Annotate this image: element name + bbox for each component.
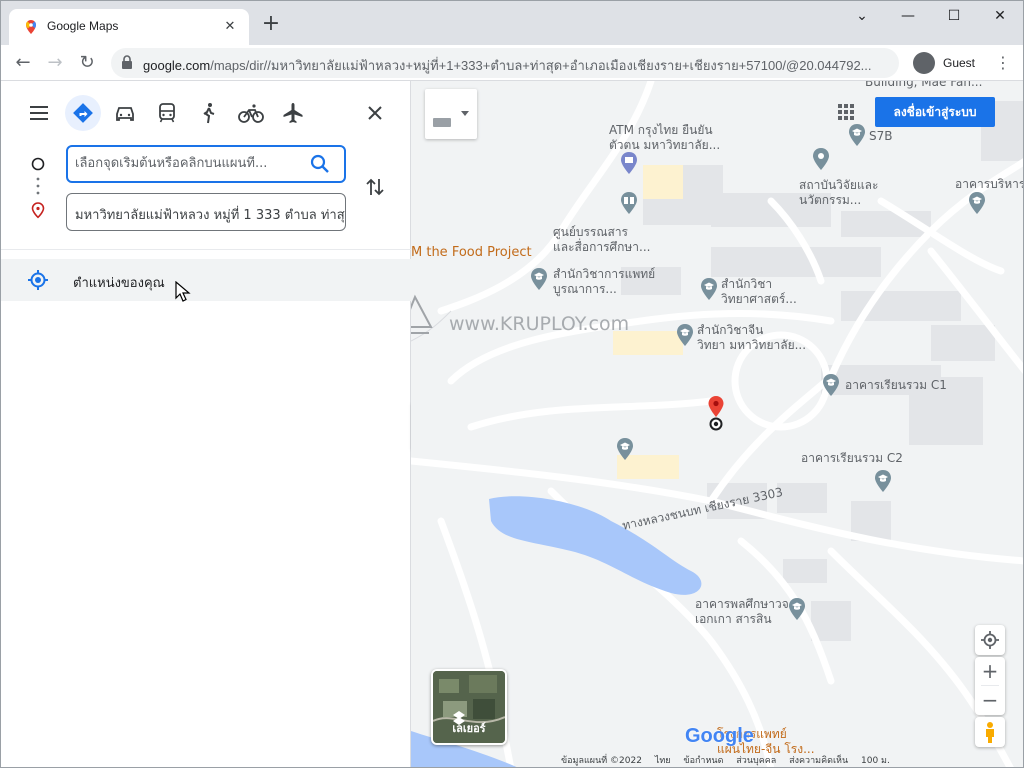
close-window-button[interactable]: ✕ xyxy=(977,1,1023,31)
map-label-research: สถาบันวิจัยและ นวัตกรรม... xyxy=(799,178,879,207)
profile-button[interactable]: Guest xyxy=(907,48,987,78)
swap-directions-icon[interactable] xyxy=(363,175,387,199)
education-pin-icon[interactable] xyxy=(873,469,893,493)
map-label-medicine: สำนักวิชาการแพทย์ บูรณาการ... xyxy=(553,267,656,296)
map-label-library: ศูนย์บรรณสาร และสื่อการศึกษา... xyxy=(553,225,651,254)
layers-button[interactable]: เลเยอร์ xyxy=(431,669,507,745)
map-label-c2: อาคารเรียนรวม C2 xyxy=(801,451,903,465)
place-pin-icon[interactable] xyxy=(811,147,831,171)
input-tools-button[interactable] xyxy=(425,89,477,139)
map-label-building: Building, Mae Fah... xyxy=(865,81,983,89)
mouse-cursor-icon xyxy=(175,281,191,302)
google-maps-favicon-icon xyxy=(26,20,36,34)
map-footer: ข้อมูลแผนที่ ©2022 ไทย ข้อกำหนด ส่วนบุคค… xyxy=(561,753,1023,767)
scale-bar[interactable]: 100 ม. xyxy=(861,756,890,766)
zoom-in-button[interactable]: + xyxy=(975,657,1005,685)
my-location-button[interactable] xyxy=(975,625,1005,655)
education-pin-icon[interactable] xyxy=(699,277,719,301)
education-pin-icon[interactable] xyxy=(967,191,987,215)
map-label-chinese: สำนักวิชาจีน วิทยา มหาวิทยาลัย... xyxy=(697,323,807,352)
route-markers-icon xyxy=(31,157,45,219)
forward-arrow-icon[interactable]: → xyxy=(41,49,69,77)
back-arrow-icon[interactable]: ← xyxy=(9,49,37,77)
language-link[interactable]: ไทย xyxy=(655,756,671,766)
more-menu-icon[interactable]: ⋮ xyxy=(993,51,1013,75)
map-label-admin: อาคารบริหาร xyxy=(955,177,1024,191)
education-pin-icon[interactable] xyxy=(615,437,635,461)
avatar-icon xyxy=(913,52,935,74)
address-bar[interactable]: google.com/maps/dir//มหาวิทยาลัยแม่ฟ้าหล… xyxy=(111,48,899,78)
hamburger-menu-icon[interactable] xyxy=(23,97,55,129)
pegman-icon xyxy=(986,722,994,743)
zoom-out-button[interactable]: − xyxy=(975,686,1005,714)
panel-divider xyxy=(1,249,411,250)
map-label-food-project: M the Food Project xyxy=(411,245,532,260)
tab-search-chevron-icon[interactable]: ⌄ xyxy=(839,1,885,31)
directions-panel: มหาวิทยาลัยแม่ฟ้าหลวง หมู่ที่ 1 333 ตำบล… xyxy=(1,81,411,767)
google-logo: Google xyxy=(685,725,754,747)
tab-close-icon[interactable]: ✕ xyxy=(221,18,239,36)
education-pin-icon[interactable] xyxy=(821,373,841,397)
travel-mode-bar xyxy=(1,91,411,135)
map-label-atm: ATM กรุงไทย ยืนยัน ตัวตน มหาวิทยาลัย... xyxy=(609,123,721,152)
library-pin-icon[interactable] xyxy=(619,191,639,215)
destination-pin-icon[interactable] xyxy=(705,395,727,435)
tab-google-maps[interactable]: Google Maps ✕ xyxy=(9,9,249,45)
destination-field[interactable]: มหาวิทยาลัยแม่ฟ้าหลวง หมู่ที่ 1 333 ตำบล… xyxy=(66,193,346,231)
flight-icon[interactable] xyxy=(277,97,309,129)
origin-input[interactable] xyxy=(75,156,305,171)
feedback-link[interactable]: ส่งความคิดเห็น xyxy=(789,756,848,766)
google-apps-icon[interactable] xyxy=(837,103,855,121)
lock-icon xyxy=(122,55,132,69)
keyboard-icon xyxy=(433,111,469,127)
education-pin-icon[interactable] xyxy=(529,267,549,291)
search-icon[interactable] xyxy=(309,153,331,175)
walking-icon[interactable] xyxy=(193,97,225,129)
layers-label: เลเยอร์ xyxy=(452,722,486,735)
browser-window: Google Maps ✕ + ⌄ — ☐ ✕ ← → ↻ google.com… xyxy=(0,0,1024,768)
street-view-button[interactable] xyxy=(975,717,1005,747)
watermark-text: www.KRUPLOY.com xyxy=(449,313,630,335)
education-pin-icon[interactable] xyxy=(675,323,695,347)
map-label-c1: อาคารเรียนรวม C1 xyxy=(845,378,947,392)
education-pin-icon[interactable] xyxy=(787,597,807,621)
directions-mode-icon[interactable] xyxy=(65,95,101,131)
origin-search-field[interactable] xyxy=(66,145,346,183)
new-tab-button[interactable]: + xyxy=(259,13,283,37)
url-text: google.com/maps/dir//มหาวิทยาลัยแม่ฟ้าหล… xyxy=(143,58,872,73)
profile-label: Guest xyxy=(943,56,976,70)
minimize-button[interactable]: — xyxy=(885,1,931,31)
privacy-link[interactable]: ส่วนบุคคล xyxy=(736,756,776,766)
map-label-science: สำนักวิชา วิทยาศาสตร์... xyxy=(721,277,797,306)
tab-strip: Google Maps ✕ + ⌄ — ☐ ✕ xyxy=(1,1,1023,45)
transit-icon[interactable] xyxy=(151,97,183,129)
car-icon[interactable] xyxy=(109,97,141,129)
map-canvas[interactable]: ลงชื่อเข้าสู่ระบบ Building, Mae Fah... A… xyxy=(411,81,1024,767)
map-label-s7b: S7B xyxy=(869,129,893,143)
education-pin-icon[interactable] xyxy=(847,123,867,147)
suggestion-label: ตำแหน่งของคุณ xyxy=(73,276,165,291)
sign-in-button[interactable]: ลงชื่อเข้าสู่ระบบ xyxy=(875,97,995,127)
zoom-control: + − xyxy=(975,657,1005,715)
terms-link[interactable]: ข้อกำหนด xyxy=(683,756,723,766)
your-location-suggestion[interactable]: ตำแหน่งของคุณ xyxy=(1,259,411,301)
tab-title: Google Maps xyxy=(47,19,119,33)
map-label-gym: อาคารพลศึกษาวจ เอกเกา สารสิน xyxy=(695,597,789,626)
watermark-logo-icon xyxy=(411,294,433,334)
my-location-icon xyxy=(28,270,48,290)
crosshair-icon xyxy=(981,631,999,649)
maximize-button[interactable]: ☐ xyxy=(931,1,977,31)
close-directions-icon[interactable] xyxy=(359,97,391,129)
bicycle-icon[interactable] xyxy=(235,97,267,129)
browser-toolbar: ← → ↻ google.com/maps/dir//มหาวิทยาลัยแม… xyxy=(1,45,1023,81)
atm-pin-icon[interactable] xyxy=(619,151,639,175)
reload-icon[interactable]: ↻ xyxy=(73,49,101,77)
map-data-credit: ข้อมูลแผนที่ ©2022 xyxy=(561,756,642,766)
